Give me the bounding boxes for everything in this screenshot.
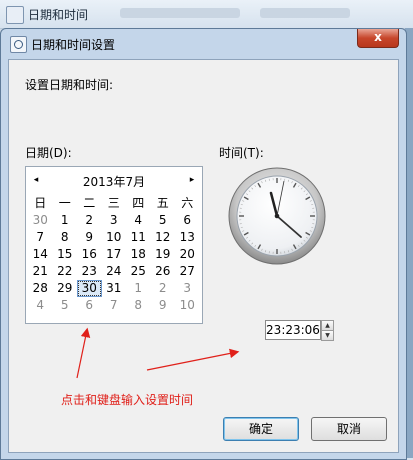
ok-button[interactable]: 确定	[223, 417, 299, 441]
window-icon	[6, 6, 24, 24]
window-icon	[10, 36, 27, 53]
close-button[interactable]: x	[357, 29, 399, 48]
arrow-to-time	[147, 352, 237, 370]
blurred-text	[120, 8, 240, 18]
cancel-button[interactable]: 取消	[311, 417, 387, 441]
dialog-titlebar[interactable]: 日期和时间设置 x	[1, 29, 406, 59]
date-time-settings-dialog: 日期和时间设置 x 设置日期和时间: 日期(D): 时间(T): ◂ 2013年…	[0, 28, 407, 460]
dialog-title: 日期和时间设置	[31, 36, 115, 53]
dialog-client-area: 设置日期和时间: 日期(D): 时间(T): ◂ 2013年7月 ▸ 日 一 二…	[8, 59, 399, 453]
background-window-title: 日期和时间	[28, 6, 88, 23]
close-icon: x	[374, 30, 382, 44]
blurred-text	[260, 8, 350, 18]
arrow-to-calendar	[77, 330, 87, 378]
background-window-titlebar: 日期和时间	[0, 0, 413, 29]
annotation-text: 点击和键盘输入设置时间	[61, 391, 193, 408]
